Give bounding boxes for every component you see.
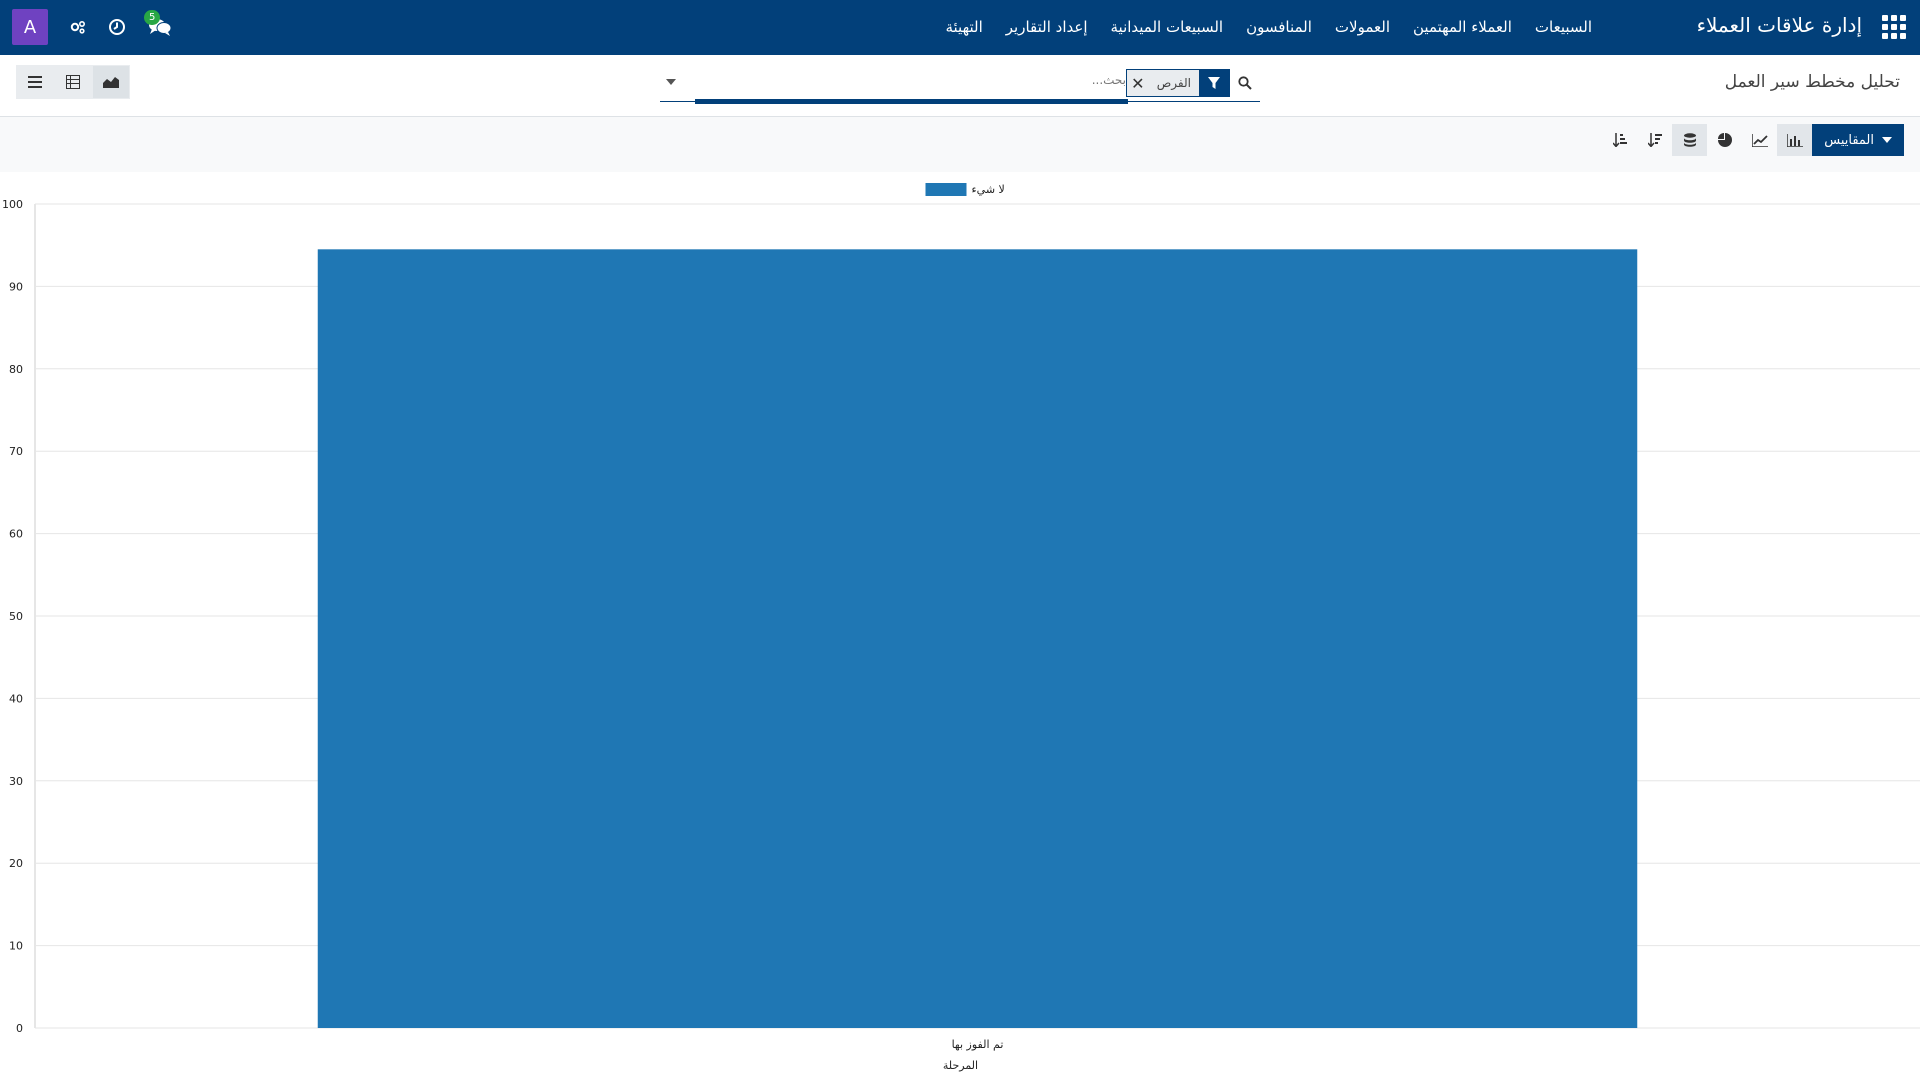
- chart-bars: [317, 249, 1638, 1028]
- control-panel: تحليل مخطط سير العمل ✕ الفرص: [0, 55, 1920, 117]
- pivot-view-icon[interactable]: [54, 65, 92, 99]
- filter-icon: [1199, 70, 1229, 96]
- search-input[interactable]: [894, 72, 1128, 88]
- y-tick-label: 30: [9, 775, 23, 788]
- y-tick-label: 60: [9, 528, 23, 541]
- menu-item-reporting[interactable]: إعداد التقارير: [1006, 18, 1088, 36]
- sort-ascending-icon[interactable]: [1602, 124, 1637, 156]
- stacked-mode-icon[interactable]: [1672, 124, 1707, 156]
- bar-chart: 0 10 20 30 40 50 60 70 80 90 100 تم الفوز بها المرح…: [2, 183, 1920, 1072]
- y-tick-label: 100: [2, 198, 23, 211]
- search-facet[interactable]: ✕ الفرص: [1125, 69, 1230, 97]
- line-chart-mode-icon[interactable]: [1742, 124, 1777, 156]
- y-tick-label: 90: [9, 280, 23, 293]
- chart-area: 0 10 20 30 40 50 60 70 80 90 100 تم الفوز بها المرح…: [0, 172, 1920, 1080]
- main-navbar: إدارة علاقات العملاء السبيعات العملاء ال…: [0, 0, 1920, 55]
- legend-label[interactable]: لا شيء: [972, 183, 1005, 196]
- search-input-underline: [695, 99, 1128, 104]
- menu-item-competitors[interactable]: المنافسون: [1246, 18, 1312, 36]
- measures-label: المقاييس: [1824, 132, 1874, 148]
- graph-toolbar: المقاييس: [0, 116, 1920, 172]
- graph-view-icon[interactable]: [92, 65, 130, 99]
- app-title[interactable]: إدارة علاقات العملاء: [1697, 13, 1862, 37]
- y-tick-label: 40: [9, 692, 23, 705]
- apps-menu-icon[interactable]: [1882, 15, 1906, 39]
- search-bar: ✕ الفرص: [660, 67, 1260, 104]
- list-view-icon[interactable]: [16, 65, 54, 99]
- bar[interactable]: [317, 249, 1638, 1028]
- y-tick-label: 0: [16, 1022, 23, 1035]
- user-avatar[interactable]: A: [12, 9, 48, 45]
- legend-swatch: [925, 183, 967, 196]
- remove-facet-icon[interactable]: ✕: [1127, 70, 1149, 96]
- search-icon[interactable]: [1238, 75, 1252, 94]
- y-tick-label: 50: [9, 610, 23, 623]
- main-menu: السبيعات العملاء المهتمين العمولات المنا…: [945, 18, 1592, 36]
- breadcrumb: تحليل مخطط سير العمل: [1724, 72, 1900, 92]
- chart-legend: لا شيء: [925, 183, 1005, 196]
- menu-item-commissions[interactable]: العمولات: [1335, 18, 1390, 36]
- chevron-down-icon: [1882, 137, 1892, 143]
- y-tick-label: 10: [9, 940, 23, 953]
- menu-item-configuration[interactable]: التهيئة: [945, 18, 982, 36]
- pie-chart-mode-icon[interactable]: [1707, 124, 1742, 156]
- x-axis-title: المرحلة: [943, 1059, 978, 1072]
- x-axis-ticks: تم الفوز بها المرحلة: [943, 1038, 1004, 1072]
- systray: A 5: [12, 8, 172, 46]
- y-axis-ticks: 0 10 20 30 40 50 60 70 80 90 100: [2, 198, 23, 1035]
- debug-icon[interactable]: [70, 20, 86, 34]
- menu-item-interested-customers[interactable]: العملاء المهتمين: [1413, 18, 1512, 36]
- y-tick-label: 80: [9, 363, 23, 376]
- graph-mode-buttons: [1602, 124, 1812, 156]
- x-tick-label: تم الفوز بها: [952, 1038, 1004, 1051]
- view-switcher: [16, 65, 130, 99]
- y-tick-label: 20: [9, 857, 23, 870]
- menu-item-field-sales[interactable]: السبيعات الميدانية: [1111, 18, 1224, 36]
- y-tick-label: 70: [9, 445, 23, 458]
- search-options-toggle-icon[interactable]: [666, 79, 676, 85]
- menu-item-sales[interactable]: السبيعات: [1535, 18, 1592, 36]
- measures-dropdown-button[interactable]: المقاييس: [1812, 124, 1904, 156]
- messages-icon[interactable]: 5: [144, 10, 172, 37]
- facet-value: الفرص: [1156, 76, 1191, 90]
- clock-icon[interactable]: [108, 18, 126, 36]
- sort-descending-icon[interactable]: [1637, 124, 1672, 156]
- bar-chart-mode-icon[interactable]: [1777, 124, 1812, 156]
